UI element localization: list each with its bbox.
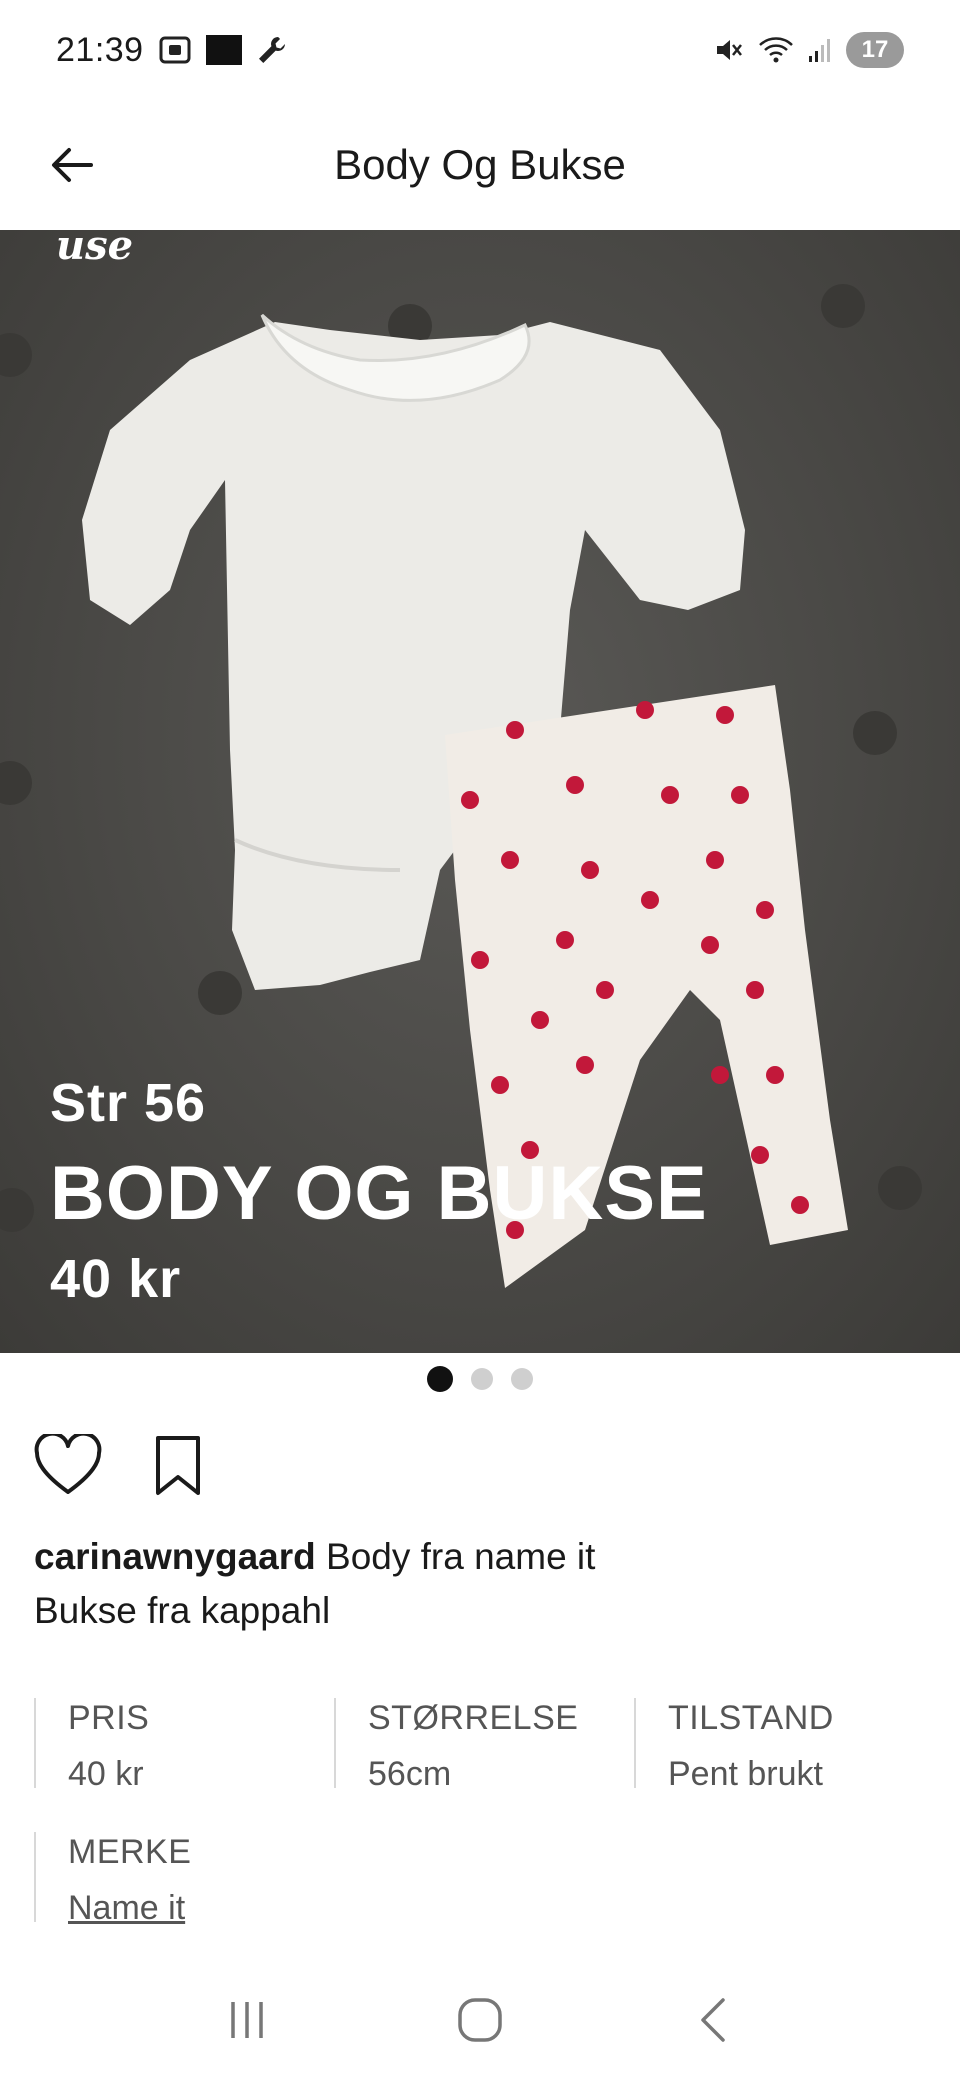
listing-photo[interactable]: use Str 56 BODY OG BUKSE 40 kr: [0, 230, 960, 1353]
bookmark-icon: [156, 1436, 200, 1495]
mute-icon: [714, 35, 744, 65]
attribute-size-label: STØRRELSE: [368, 1699, 579, 1737]
photo-overlay-title: BODY OG BUKSE: [50, 1151, 708, 1236]
status-left-icons: [158, 34, 288, 66]
attribute-brand: MERKE Name it: [34, 1832, 354, 1927]
seller-username[interactable]: carinawnygaard: [34, 1536, 316, 1577]
attribute-row: MERKE Name it: [34, 1832, 934, 1927]
photo-overlay-size: Str 56: [50, 1073, 207, 1133]
attribute-condition-label: TILSTAND: [668, 1699, 834, 1737]
arrow-left-icon: [52, 148, 93, 182]
recents-icon: [230, 2002, 263, 2038]
listing-description: carinawnygaard Body fra name it Bukse fr…: [34, 1530, 934, 1638]
home-icon: [458, 1998, 502, 2042]
photo-overlay-price: 40 kr: [50, 1249, 182, 1309]
attribute-brand-label: MERKE: [68, 1833, 192, 1871]
attribute-size-value: 56cm: [368, 1755, 452, 1793]
attribute-price-label: PRIS: [68, 1699, 150, 1737]
carousel-dot[interactable]: [511, 1368, 533, 1390]
description-line-2: Bukse fra kappahl: [34, 1590, 331, 1631]
status-time: 21:39: [56, 30, 144, 69]
screenshot-icon: [158, 35, 192, 65]
attribute-price: PRIS 40 kr: [34, 1698, 334, 1793]
attribute-condition: TILSTAND Pent brukt: [634, 1698, 934, 1793]
recents-button[interactable]: [207, 1980, 287, 2060]
heart-icon: [34, 1434, 102, 1494]
attribute-grid: PRIS 40 kr STØRRELSE 56cm TILSTAND Pent …: [34, 1698, 934, 1927]
signal-icon: [808, 36, 832, 64]
nav-back-icon: [701, 1998, 726, 2042]
status-bar: 21:39 17: [0, 0, 960, 100]
system-nav-bar: [0, 1960, 960, 2080]
photo-watermark: use: [56, 230, 134, 269]
back-button[interactable]: [40, 133, 104, 197]
wrench-icon: [256, 34, 288, 66]
listing-page: 21:39 17 Body Og Bukse use Str 56 BODY O…: [0, 0, 960, 2080]
brand-link[interactable]: Name it: [68, 1888, 354, 1928]
attribute-size: STØRRELSE 56cm: [334, 1698, 634, 1793]
wifi-icon: [758, 35, 794, 65]
app-logo-icon: [205, 35, 242, 65]
action-bar: [32, 1430, 214, 1502]
description-line-1: carinawnygaard Body fra name it: [34, 1530, 934, 1584]
attribute-condition-value: Pent brukt: [668, 1755, 823, 1793]
home-button[interactable]: [440, 1980, 520, 2060]
carousel-dot-active[interactable]: [427, 1366, 453, 1392]
status-right-icons: 17: [714, 32, 904, 68]
app-bar: Body Og Bukse: [0, 100, 960, 230]
attribute-price-value: 40 kr: [68, 1755, 144, 1793]
page-title: Body Og Bukse: [334, 141, 626, 188]
carousel-indicator: [0, 1365, 960, 1393]
notification-count-badge: 17: [846, 32, 904, 68]
carousel-dot[interactable]: [471, 1368, 493, 1390]
attribute-row: PRIS 40 kr STØRRELSE 56cm TILSTAND Pent …: [34, 1698, 934, 1793]
like-button[interactable]: [32, 1430, 104, 1502]
save-button[interactable]: [142, 1430, 214, 1502]
description-text-1: Body fra name it: [315, 1536, 596, 1577]
nav-back-button[interactable]: [673, 1980, 753, 2060]
